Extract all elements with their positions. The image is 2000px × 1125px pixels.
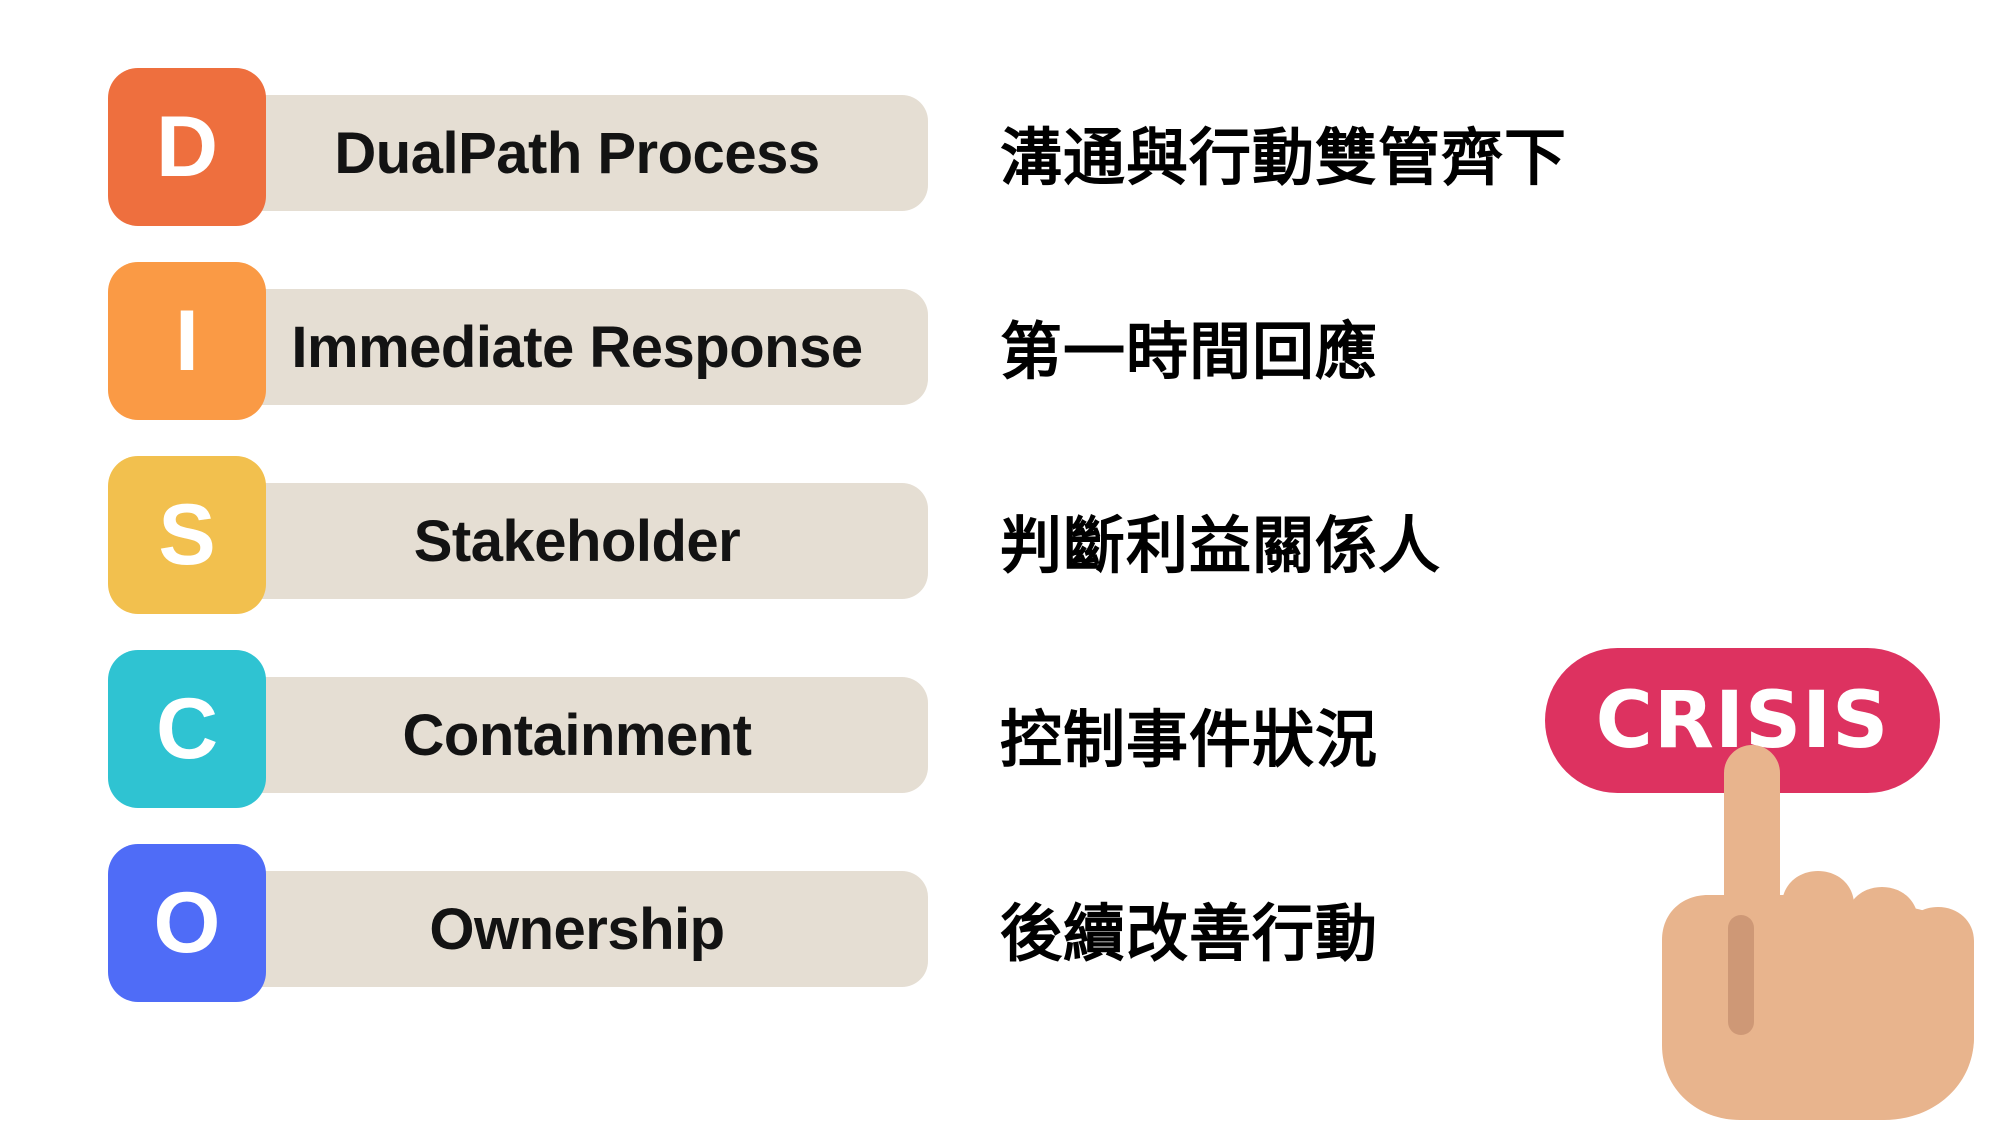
crisis-button-widget[interactable]: CRISIS — [1520, 630, 2000, 1125]
row-letter-tile: S — [108, 456, 266, 614]
row-title: Ownership — [429, 896, 725, 962]
row-title: Stakeholder — [413, 508, 741, 574]
row-letter: D — [155, 99, 219, 195]
row-letter-tile: C — [108, 650, 266, 808]
row-label-bar: Stakeholder — [178, 483, 928, 599]
framework-row: Ownership O 後續改善行動 — [0, 844, 1600, 1004]
framework-row: Containment C 控制事件狀況 — [0, 650, 1600, 810]
row-title: Immediate Response — [291, 314, 863, 380]
row-title: DualPath Process — [334, 120, 820, 186]
row-letter: S — [158, 487, 216, 583]
framework-row: Immediate Response I 第一時間回應 — [0, 262, 1600, 422]
framework-row: DualPath Process D 溝通與行動雙管齊下 — [0, 68, 1600, 228]
row-label-bar: DualPath Process — [178, 95, 928, 211]
row-description: 判斷利益關係人 — [1000, 512, 1442, 581]
framework-row: Stakeholder S 判斷利益關係人 — [0, 456, 1600, 616]
row-label-bar: Immediate Response — [178, 289, 928, 405]
row-letter: O — [153, 875, 221, 971]
row-description: 控制事件狀況 — [1000, 706, 1379, 775]
row-label-bar: Containment — [178, 677, 928, 793]
row-letter-tile: D — [108, 68, 266, 226]
row-description: 第一時間回應 — [1000, 318, 1379, 387]
row-title: Containment — [402, 702, 752, 768]
row-description: 溝通與行動雙管齊下 — [1000, 124, 1568, 193]
row-letter-tile: I — [108, 262, 266, 420]
row-letter-tile: O — [108, 844, 266, 1002]
pointing-hand-icon — [1662, 745, 1974, 1120]
row-letter: C — [155, 681, 219, 777]
row-letter: I — [175, 293, 199, 389]
row-description: 後續改善行動 — [1000, 900, 1379, 969]
row-label-bar: Ownership — [178, 871, 928, 987]
